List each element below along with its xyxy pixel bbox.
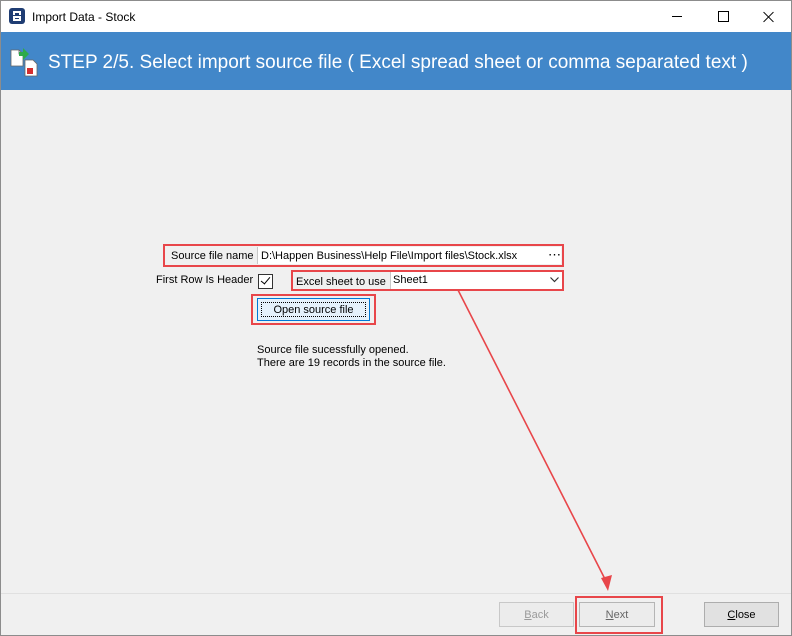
footer-separator — [1, 593, 791, 594]
close-button[interactable]: Close — [704, 602, 779, 627]
close-label: lose — [735, 608, 756, 621]
back-button[interactable]: Back — [499, 602, 574, 627]
back-mnemonic: B — [524, 608, 532, 621]
back-label: ack — [531, 608, 549, 621]
next-mnemonic: N — [605, 608, 614, 621]
next-label: ext — [613, 608, 629, 621]
annotation-arrow — [457, 289, 612, 591]
next-button[interactable]: Next — [579, 602, 655, 627]
import-data-window: Import Data - Stock STEP 2/5. Select imp… — [0, 0, 792, 636]
